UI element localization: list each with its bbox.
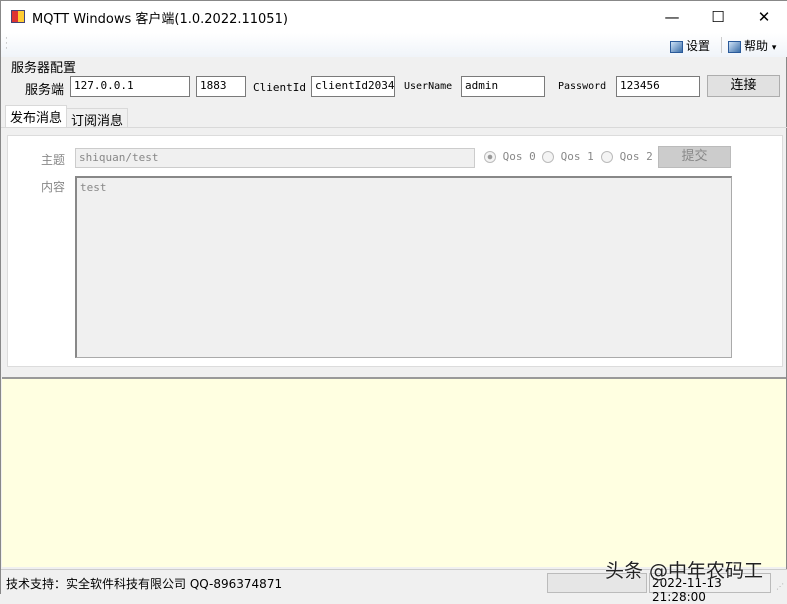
clientid-input[interactable]: clientId20340: [311, 76, 395, 97]
qos1-label: Qos 1: [560, 150, 594, 163]
qos0-radio[interactable]: Qos 0: [484, 150, 536, 163]
server-label: 服务端: [25, 83, 65, 98]
help-label: 帮助: [744, 39, 769, 53]
content-textarea[interactable]: test: [75, 176, 732, 358]
support-text: 技术支持：实全软件科技有限公司 QQ-896374871: [6, 577, 283, 591]
maximize-button[interactable]: ☐: [695, 1, 741, 33]
content-label: 内容: [41, 180, 66, 194]
qos1-radio[interactable]: Qos 1: [542, 150, 594, 163]
tab-publish[interactable]: 发布消息: [5, 105, 68, 128]
submit-button[interactable]: 提交: [658, 146, 731, 168]
window-title: MQTT Windows 客户端(1.0.2022.11051): [32, 12, 288, 27]
clientid-label: ClientId: [253, 81, 306, 94]
qos2-radio[interactable]: Qos 2: [601, 150, 653, 163]
radio-icon: [484, 151, 496, 163]
connect-button[interactable]: 连接: [707, 75, 780, 97]
qos2-label: Qos 2: [619, 150, 653, 163]
username-label: UserName: [404, 81, 453, 92]
image-icon: [728, 40, 741, 53]
tab-subscribe[interactable]: 订阅消息: [66, 108, 129, 129]
resize-grip[interactable]: ⋰: [776, 582, 784, 591]
settings-label: 设置: [686, 39, 711, 53]
help-menu[interactable]: 帮助 ▾: [728, 37, 776, 54]
image-icon: [670, 40, 683, 53]
watermark: 头条 @中年农码工: [605, 560, 764, 582]
toolbar: · · · 设置 帮助 ▾: [1, 33, 787, 57]
settings-menu[interactable]: 设置: [670, 37, 710, 54]
server-input[interactable]: 127.0.0.1: [70, 76, 190, 97]
topic-input[interactable]: shiquan/test: [75, 148, 475, 168]
username-input[interactable]: admin: [461, 76, 545, 97]
radio-icon: [601, 151, 613, 163]
app-icon: [11, 10, 25, 23]
password-label: Password: [558, 81, 607, 92]
port-input[interactable]: 1883: [196, 76, 246, 97]
qos0-label: Qos 0: [502, 150, 536, 163]
close-button[interactable]: ✕: [741, 1, 787, 33]
server-config-label: 服务器配置: [11, 61, 77, 76]
separator: [721, 37, 722, 53]
topic-label: 主题: [41, 153, 66, 167]
minimize-button[interactable]: —: [649, 1, 695, 33]
password-input[interactable]: 123456: [616, 76, 700, 97]
message-log[interactable]: [2, 377, 786, 567]
dropdown-arrow-icon: ▾: [771, 43, 777, 53]
title-bar: MQTT Windows 客户端(1.0.2022.11051) — ☐ ✕: [1, 1, 787, 33]
radio-icon: [542, 151, 554, 163]
tab-divider: [1, 127, 787, 128]
grip-handle[interactable]: · · ·: [5, 35, 8, 54]
publish-panel: 主题 shiquan/test Qos 0 Qos 1 Qos 2 提交 内容 …: [7, 135, 783, 367]
